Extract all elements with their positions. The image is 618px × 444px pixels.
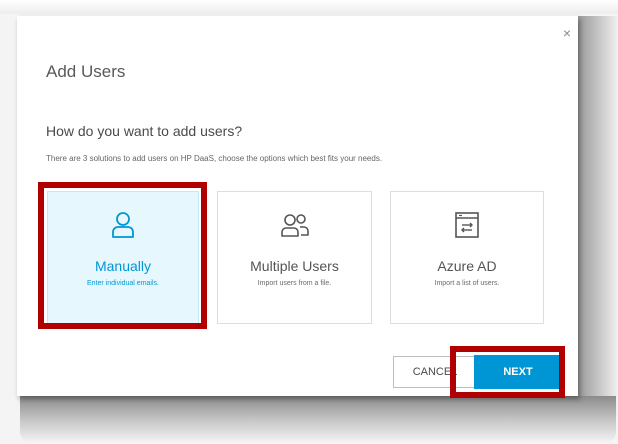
- option-label: Azure AD: [437, 258, 497, 274]
- backdrop: [0, 0, 618, 14]
- next-button[interactable]: NEXT: [474, 355, 562, 389]
- option-card-multiple-users[interactable]: Multiple Users Import users from a file.: [217, 191, 372, 324]
- option-card-azure-ad[interactable]: Azure AD Import a list of users.: [390, 191, 544, 324]
- dialog-title: Add Users: [46, 62, 126, 81]
- option-card-manually[interactable]: Manually Enter individual emails.: [47, 191, 199, 324]
- dialog-shadow-bottom: [20, 396, 616, 442]
- user-icon: [112, 212, 134, 238]
- question-heading: How do you want to add users?: [46, 123, 243, 139]
- option-label: Manually: [94, 258, 152, 274]
- description-text: There are 3 solutions to add users on HP…: [46, 154, 383, 163]
- option-description: Import a list of users.: [434, 280, 500, 287]
- azure-directory-icon: [455, 212, 479, 238]
- option-description: Enter individual emails.: [87, 280, 159, 287]
- cancel-button[interactable]: CANCEL: [393, 356, 477, 388]
- add-users-dialog: × Add Users How do you want to add users…: [17, 16, 578, 396]
- option-description: Import users from a file.: [257, 280, 332, 287]
- option-label: Multiple Users: [250, 258, 339, 274]
- close-icon[interactable]: ×: [560, 26, 574, 40]
- users-group-icon: [280, 214, 309, 237]
- dialog-shadow-right: [578, 16, 618, 416]
